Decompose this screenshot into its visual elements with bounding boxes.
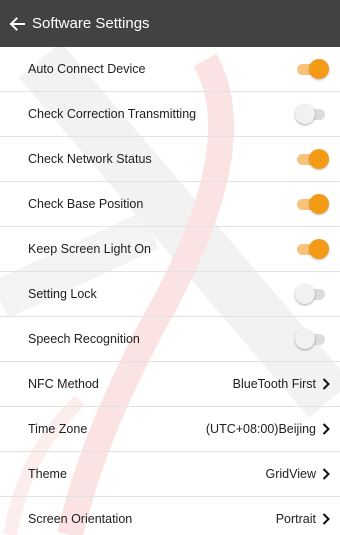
page-title: Software Settings	[32, 15, 150, 32]
toggle-switch[interactable]	[295, 59, 329, 79]
toggle-thumb	[309, 239, 329, 259]
toggle-switch[interactable]	[295, 194, 329, 214]
toggle-switch[interactable]	[295, 104, 329, 124]
toggle-thumb	[309, 59, 329, 79]
toggle-thumb	[295, 104, 315, 124]
setting-row-auto-connect-device[interactable]: Auto Connect Device	[0, 47, 340, 92]
app-bar: Software Settings	[0, 0, 340, 47]
setting-label: Keep Screen Light On	[28, 242, 151, 256]
toggle-switch[interactable]	[295, 239, 329, 259]
chevron-right-icon	[322, 512, 332, 526]
setting-row-time-zone[interactable]: Time Zone (UTC+08:00)Beijing	[0, 407, 340, 452]
toggle-thumb	[309, 194, 329, 214]
toggle-thumb	[295, 284, 315, 304]
chevron-right-icon	[322, 422, 332, 436]
toggle-thumb	[295, 329, 315, 349]
settings-screen: Software Settings Auto Connect Device Che…	[0, 0, 340, 535]
chevron-right-icon	[322, 377, 332, 391]
setting-label: Theme	[28, 467, 67, 481]
back-button[interactable]	[0, 0, 34, 47]
setting-label: Screen Orientation	[28, 512, 133, 526]
setting-row-speech-recognition[interactable]: Speech Recognition	[0, 317, 340, 362]
setting-row-check-base-position[interactable]: Check Base Position	[0, 182, 340, 227]
setting-row-setting-lock[interactable]: Setting Lock	[0, 272, 340, 317]
toggle-switch[interactable]	[295, 284, 329, 304]
setting-label: Setting Lock	[28, 287, 97, 301]
setting-value: GridView	[265, 467, 316, 481]
setting-label: Auto Connect Device	[28, 62, 146, 76]
toggle-switch[interactable]	[295, 329, 329, 349]
toggle-switch[interactable]	[295, 149, 329, 169]
setting-row-nfc-method[interactable]: NFC Method BlueTooth First	[0, 362, 340, 407]
toggle-thumb	[309, 149, 329, 169]
setting-row-theme[interactable]: Theme GridView	[0, 452, 340, 497]
setting-label: NFC Method	[28, 377, 99, 391]
setting-row-check-correction-transmitting[interactable]: Check Correction Transmitting	[0, 92, 340, 137]
setting-label: Check Base Position	[28, 197, 144, 211]
setting-row-keep-screen-light-on[interactable]: Keep Screen Light On	[0, 227, 340, 272]
setting-label: Time Zone	[28, 422, 88, 436]
setting-value: BlueTooth First	[232, 377, 316, 391]
setting-label: Check Correction Transmitting	[28, 107, 197, 121]
settings-list: Auto Connect Device Check Correction Tran…	[0, 47, 340, 535]
arrow-left-icon	[9, 16, 25, 31]
setting-value: Portrait	[275, 512, 316, 526]
setting-row-screen-orientation[interactable]: Screen Orientation Portrait	[0, 497, 340, 535]
setting-value: (UTC+08:00)Beijing	[205, 422, 316, 436]
chevron-right-icon	[322, 467, 332, 481]
setting-row-check-network-status[interactable]: Check Network Status	[0, 137, 340, 182]
setting-label: Speech Recognition	[28, 332, 140, 346]
setting-label: Check Network Status	[28, 152, 152, 166]
